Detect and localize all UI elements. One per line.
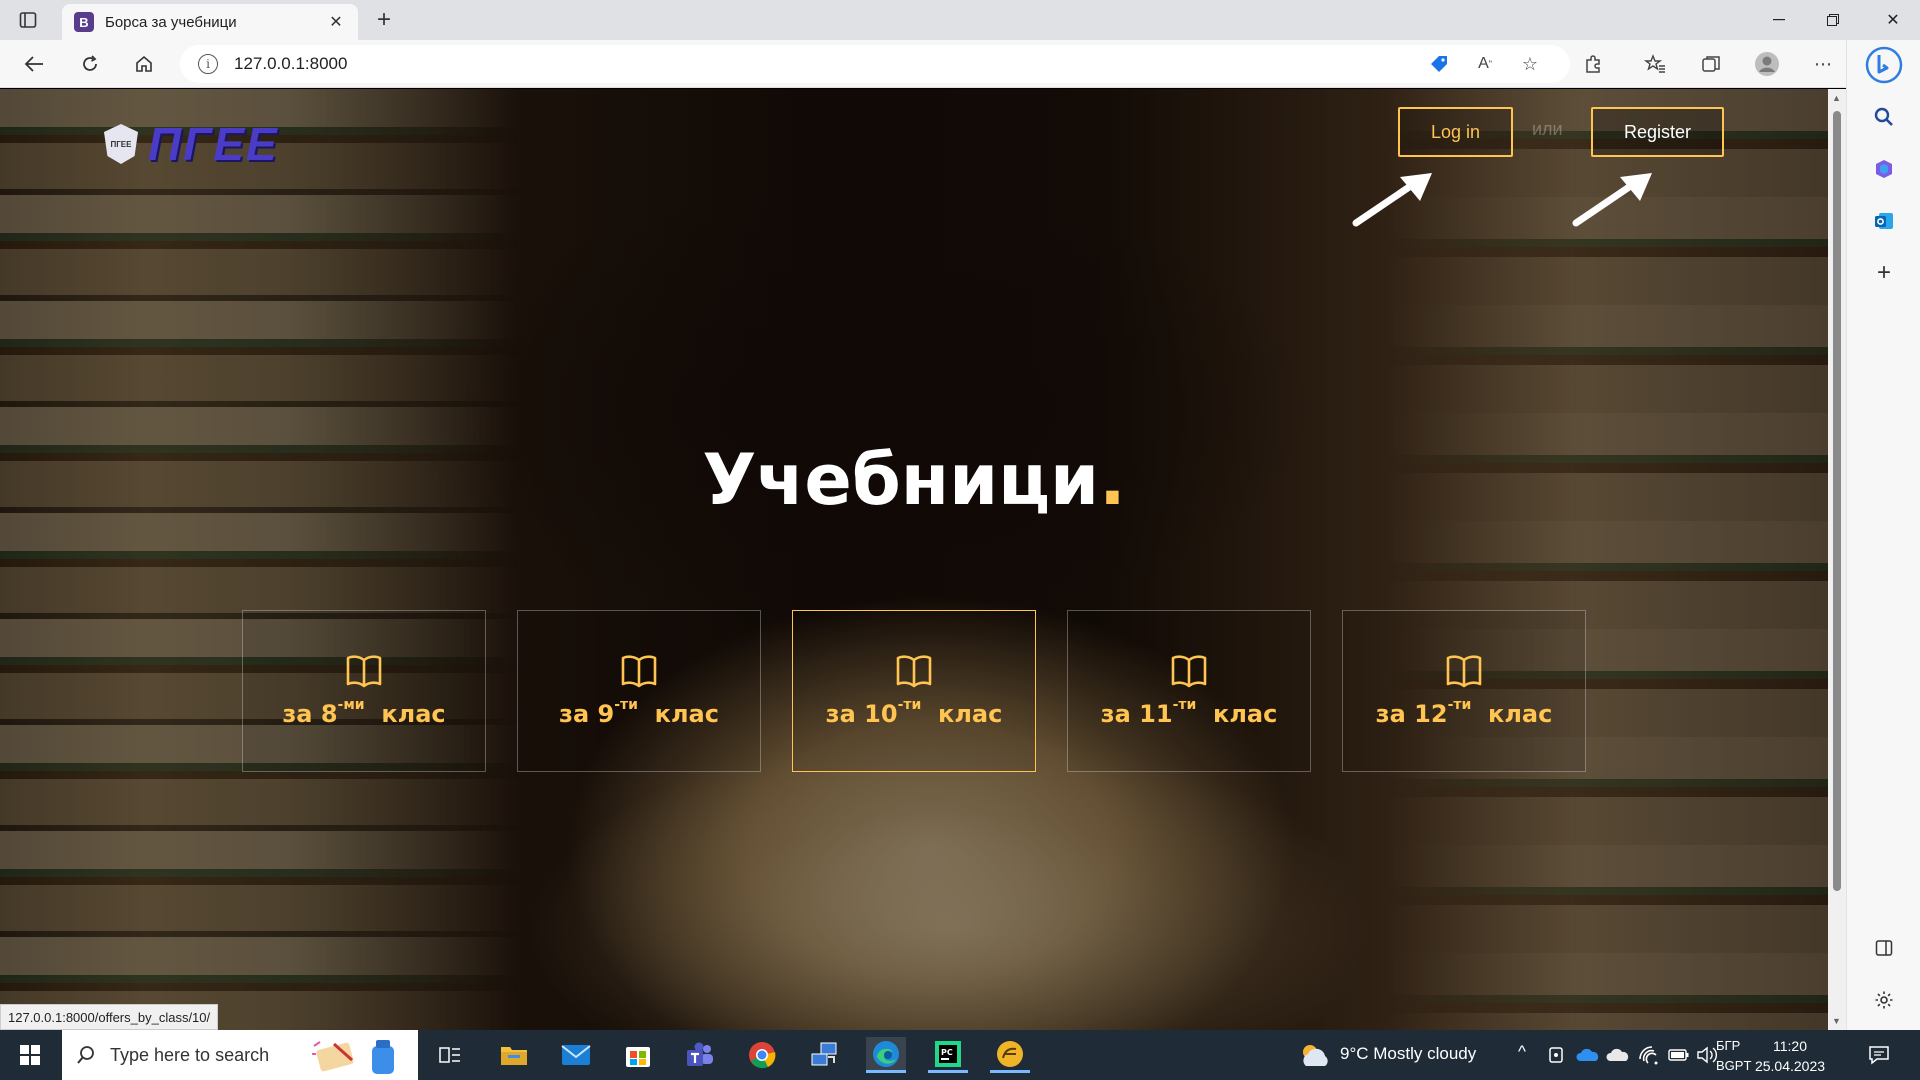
onedrive-icon[interactable] <box>1576 1048 1600 1062</box>
onedrive-personal-icon[interactable] <box>1606 1048 1630 1062</box>
class-label: за 9-ти клас <box>559 697 719 728</box>
search-highlight-icon <box>312 1040 394 1074</box>
extensions-icon[interactable] <box>1578 49 1608 79</box>
open-book-icon <box>346 655 382 688</box>
more-menu-icon[interactable]: ⋯ <box>1808 49 1838 79</box>
svg-text:PC: PC <box>941 1048 953 1057</box>
notifications-icon[interactable] <box>1868 1044 1890 1066</box>
site-favicon-icon: B <box>74 12 94 32</box>
chrome-icon[interactable] <box>742 1037 782 1073</box>
web-page: ПГЕЕ ПГЕЕ Log in или Register Учебници. … <box>0 89 1828 1030</box>
app-icon[interactable] <box>990 1037 1030 1073</box>
hero-title: Учебници. <box>702 439 1126 521</box>
teams-icon[interactable] <box>680 1037 720 1073</box>
wifi-icon[interactable] <box>1638 1045 1660 1065</box>
back-arrow-icon[interactable] <box>18 48 50 80</box>
address-toolbar: i 127.0.0.1:8000 Aʺ ☆ ⋯ <box>0 40 1920 88</box>
weather-text[interactable]: 9°C Mostly cloudy <box>1340 1044 1476 1064</box>
class-cards: за 8-ми клас за 9-ти клас за 10-ти клас … <box>242 610 1586 772</box>
windows-start-icon[interactable] <box>10 1037 50 1073</box>
add-sidebar-app-icon[interactable]: + <box>1869 258 1899 288</box>
open-book-icon <box>896 655 932 688</box>
url-bar[interactable]: i 127.0.0.1:8000 <box>180 45 1570 83</box>
class-card-10[interactable]: за 10-ти клас <box>792 610 1036 772</box>
clock-time: 11:20 <box>1773 1038 1807 1054</box>
login-button[interactable]: Log in <box>1398 107 1513 157</box>
open-book-icon <box>1171 655 1207 688</box>
battery-saver-icon[interactable] <box>1548 1046 1564 1064</box>
office-icon[interactable] <box>1869 154 1899 184</box>
task-view-icon[interactable] <box>430 1037 470 1073</box>
weather-cloud-icon <box>1303 1045 1328 1066</box>
edge-icon[interactable] <box>866 1037 906 1073</box>
file-explorer-icon[interactable] <box>494 1037 534 1073</box>
arrow-to-register-icon <box>1572 173 1652 227</box>
home-icon[interactable] <box>128 48 160 80</box>
link-status-bar: 127.0.0.1:8000/offers_by_class/10/ <box>0 1004 219 1030</box>
restore-button[interactable] <box>1806 0 1860 40</box>
class-label: за 10-ти клас <box>825 697 1003 728</box>
site-info-icon[interactable]: i <box>198 54 218 74</box>
favorites-icon[interactable] <box>1640 49 1670 79</box>
browser-tab-active[interactable]: B Борса за учебници ✕ <box>62 4 358 40</box>
tab-title: Борса за учебници <box>105 13 237 31</box>
edge-sidebar: + <box>1846 40 1920 1030</box>
scroll-up-icon[interactable]: ▲ <box>1832 93 1841 103</box>
logo-text: ПГЕЕ <box>148 118 279 170</box>
taskbar-search-box[interactable]: Type here to search <box>62 1030 418 1080</box>
class-card-9[interactable]: за 9-ти клас <box>517 610 761 772</box>
or-separator: или <box>1532 119 1563 139</box>
refresh-icon[interactable] <box>74 48 106 80</box>
pycharm-icon[interactable]: PC <box>928 1037 968 1073</box>
outlook-icon[interactable] <box>1869 206 1899 236</box>
microsoft-store-icon[interactable] <box>618 1037 658 1073</box>
close-tab-icon[interactable]: ✕ <box>326 12 346 32</box>
close-window-button[interactable]: ✕ <box>1866 0 1920 40</box>
open-book-icon <box>621 655 657 688</box>
scroll-down-icon[interactable]: ▼ <box>1832 1016 1841 1026</box>
page-scrollbar[interactable]: ▲ ▼ <box>1828 89 1846 1030</box>
shopping-tag-icon[interactable] <box>1424 49 1454 79</box>
windows-taskbar: Type here to search PC 9°C Mostly cloudy… <box>0 1030 1920 1080</box>
volume-icon[interactable] <box>1696 1046 1718 1064</box>
hide-sidebar-icon[interactable] <box>1869 933 1899 963</box>
class-label: за 11-ти клас <box>1100 697 1278 728</box>
search-placeholder: Type here to search <box>110 1044 270 1065</box>
open-book-icon <box>1446 655 1482 688</box>
clock-date: 25.04.2023 <box>1754 1058 1826 1074</box>
remote-desktop-icon[interactable] <box>804 1037 844 1073</box>
tab-actions-icon[interactable] <box>16 8 40 32</box>
school-badge-icon: ПГЕЕ <box>104 124 138 164</box>
arrow-to-login-icon <box>1352 173 1432 227</box>
class-label: за 12-ти клас <box>1375 697 1553 728</box>
url-text: 127.0.0.1:8000 <box>234 54 348 73</box>
register-button[interactable]: Register <box>1591 107 1724 157</box>
settings-gear-icon[interactable] <box>1869 985 1899 1015</box>
show-hidden-icons-icon[interactable]: ^ <box>1518 1042 1526 1062</box>
site-logo[interactable]: ПГЕЕ ПГЕЕ <box>104 117 279 171</box>
class-card-8[interactable]: за 8-ми клас <box>242 610 486 772</box>
class-card-12[interactable]: за 12-ти клас <box>1342 610 1586 772</box>
class-card-11[interactable]: за 11-ти клас <box>1067 610 1311 772</box>
bing-copilot-icon[interactable] <box>1865 46 1903 84</box>
search-icon[interactable] <box>1869 102 1899 132</box>
collections-icon[interactable] <box>1696 49 1726 79</box>
battery-icon[interactable] <box>1668 1048 1690 1062</box>
profile-avatar[interactable] <box>1752 49 1782 79</box>
mail-icon[interactable] <box>556 1037 596 1073</box>
add-favorite-icon[interactable]: ☆ <box>1515 49 1545 79</box>
scrollbar-thumb[interactable] <box>1833 111 1841 891</box>
tab-strip: B Борса за учебници ✕ + ✕ <box>0 0 1920 40</box>
search-icon <box>77 1046 94 1064</box>
new-tab-button[interactable]: + <box>370 6 398 34</box>
read-aloud-icon[interactable]: Aʺ <box>1470 49 1500 79</box>
taskbar-clock[interactable]: 11:20 25.04.2023 <box>1740 1036 1840 1076</box>
class-label: за 8-ми клас <box>282 697 446 728</box>
minimize-button[interactable] <box>1752 0 1806 40</box>
